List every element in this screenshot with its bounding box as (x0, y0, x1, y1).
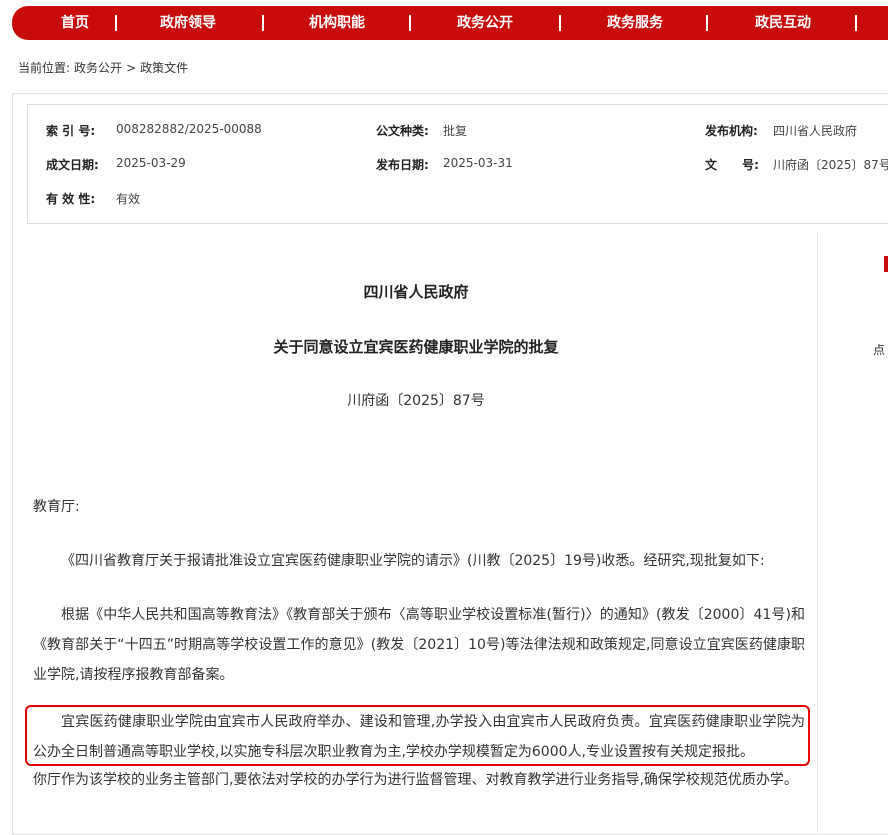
meta-issuer-value: 四川省人民政府 (773, 124, 858, 138)
meta-docno-label: 文 号: (705, 158, 759, 172)
document-meta-box: 索 引 号: 008282882/2025-00088 公文种类: 批复 发布机… (27, 104, 888, 224)
meta-index-value: 008282882/2025-00088 (116, 122, 262, 136)
side-column-divider (817, 233, 818, 833)
nav-separator (706, 15, 708, 31)
nav-item-gov-affairs[interactable]: 政务公开 (430, 6, 540, 40)
meta-written-date-label: 成文日期: (46, 158, 99, 172)
nav-separator (409, 15, 411, 31)
top-nav-bar: 首页 政府领导 机构职能 政务公开 政务服务 政民互动 (12, 6, 888, 40)
meta-category-value: 批复 (443, 124, 468, 138)
nav-item-home[interactable]: 首页 (20, 6, 130, 40)
breadcrumb-link-policy-docs[interactable]: 政策文件 (140, 61, 188, 75)
side-accent-mark (884, 256, 888, 272)
breadcrumb-link-gov-affairs[interactable]: 政务公开 (74, 61, 122, 75)
breadcrumb: 当前位置: 政务公开 > 政策文件 (18, 59, 192, 76)
breadcrumb-separator: > (126, 61, 137, 75)
article-title: 关于同意设立宜宾医药健康职业学院的批复 (273, 338, 559, 356)
article-paragraph: 《四川省教育厅关于报请批准设立宜宾医药健康职业学院的请示》(川教〔2025〕19… (61, 553, 765, 569)
nav-item-functions[interactable]: 机构职能 (282, 6, 392, 40)
meta-issuer-label: 发布机构: (705, 124, 758, 138)
nav-separator (855, 15, 857, 31)
nav-separator (115, 15, 117, 31)
article-org-title: 四川省人民政府 (363, 283, 469, 301)
meta-index-label: 索 引 号: (46, 124, 96, 138)
article-paragraph: 你厅作为该学校的业务主管部门,要依法对学校的办学行为进行监督管理、对教育教学进行… (33, 772, 798, 788)
nav-item-services[interactable]: 政务服务 (580, 6, 690, 40)
meta-category-label: 公文种类: (376, 124, 429, 138)
article-doc-number: 川府函〔2025〕87号 (347, 393, 485, 409)
meta-published-date-label: 发布日期: (376, 158, 429, 172)
article-paragraph: 根据《中华人民共和国高等教育法》《教育部关于颁布〈高等职业学校设置标准(暂行)〉… (33, 607, 805, 683)
nav-separator (262, 15, 264, 31)
meta-published-date-value: 2025-03-31 (443, 156, 513, 170)
article-salutation: 教育厅: (33, 499, 80, 515)
meta-validity-label: 有 效 性: (46, 192, 96, 206)
nav-item-interaction[interactable]: 政民互动 (728, 6, 838, 40)
meta-written-date-value: 2025-03-29 (116, 156, 186, 170)
meta-docno-value: 川府函〔2025〕87号 (773, 158, 888, 172)
nav-item-leaders[interactable]: 政府领导 (133, 6, 243, 40)
highlight-annotation-box (25, 705, 810, 766)
breadcrumb-label: 当前位置: (18, 61, 71, 75)
nav-separator (559, 15, 561, 31)
meta-validity-value: 有效 (116, 192, 141, 206)
side-column-text: 点 (873, 343, 886, 357)
